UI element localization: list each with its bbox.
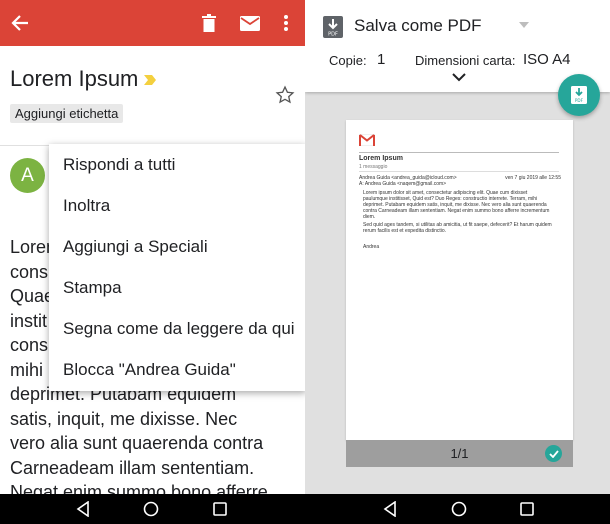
expand-chevron-icon[interactable]: [452, 72, 466, 82]
preview-to: A: Andrea Guida <naqem@gmail.com>: [359, 181, 447, 187]
preview-date: ven 7 giu 2019 alle 12:55: [505, 175, 561, 181]
nav-home-icon[interactable]: [143, 501, 159, 517]
svg-text:PDF: PDF: [575, 98, 584, 103]
paper-size-value[interactable]: ISO A4: [523, 51, 571, 68]
more-vert-icon[interactable]: [278, 0, 294, 46]
preview-signature: Andrea: [363, 244, 380, 250]
divider: [359, 171, 559, 172]
menu-item-forward[interactable]: Inoltra: [49, 185, 305, 226]
copies-value[interactable]: 1: [377, 51, 385, 68]
system-nav-bar: [0, 494, 610, 524]
trash-icon[interactable]: [199, 0, 219, 46]
nav-back-icon[interactable]: [75, 501, 91, 517]
add-label-chip[interactable]: Aggiungi etichetta: [10, 104, 124, 123]
divider: [359, 152, 559, 153]
avatar[interactable]: A: [10, 158, 45, 193]
preview-subject: Lorem Ipsum: [359, 155, 403, 162]
preview-count: 1 messaggio: [359, 164, 388, 170]
print-preview-pane: PDF Salva come PDF Copie: 1 Dimensioni c…: [305, 0, 610, 494]
nav-home-icon[interactable]: [451, 501, 467, 517]
nav-back-icon[interactable]: [382, 501, 398, 517]
preview-paragraph: Lorem ipsum dolor sit amet, consectetur …: [363, 190, 550, 220]
back-arrow-icon[interactable]: [8, 0, 32, 46]
menu-item-mark-unread[interactable]: Segna come da leggere da qui: [49, 308, 305, 349]
pdf-download-icon: PDF: [571, 86, 587, 104]
chevron-down-icon[interactable]: [519, 22, 529, 30]
menu-item-reply-all[interactable]: Rispondi a tutti: [49, 144, 305, 185]
printer-select[interactable]: Salva come PDF: [354, 16, 482, 36]
pdf-icon: PDF: [323, 16, 343, 38]
overflow-menu: Rispondi a tutti Inoltra Aggiungi a Spec…: [49, 144, 305, 391]
copies-label: Copie:: [329, 53, 367, 68]
svg-text:PDF: PDF: [328, 32, 338, 38]
email-subject: Lorem Ipsum: [10, 66, 139, 91]
menu-item-block-sender[interactable]: Blocca "Andrea Guida": [49, 349, 305, 390]
mail-icon[interactable]: [238, 0, 262, 46]
app-bar: [0, 0, 305, 46]
page-footer: 1/1: [346, 440, 573, 467]
gmail-pane: Lorem Ipsum Aggiungi etichetta A Lorem c…: [0, 0, 305, 494]
page-indicator: 1/1: [450, 446, 469, 461]
download-pdf-button[interactable]: PDF: [558, 74, 600, 116]
importance-icon[interactable]: [144, 75, 156, 85]
page-selected-check-icon[interactable]: [545, 445, 562, 462]
menu-item-print[interactable]: Stampa: [49, 267, 305, 308]
nav-recents-icon[interactable]: [519, 501, 535, 517]
star-icon[interactable]: [275, 85, 295, 105]
nav-recents-icon[interactable]: [212, 501, 228, 517]
paper-size-label: Dimensioni carta:: [415, 53, 516, 68]
menu-item-add-starred[interactable]: Aggiungi a Speciali: [49, 226, 305, 267]
page-preview[interactable]: Lorem Ipsum 1 messaggio Andrea Guida <an…: [346, 120, 573, 440]
gmail-logo-icon: [359, 134, 375, 146]
preview-paragraph: Sed quid ages tandem, si utilitas ab ami…: [363, 222, 552, 234]
